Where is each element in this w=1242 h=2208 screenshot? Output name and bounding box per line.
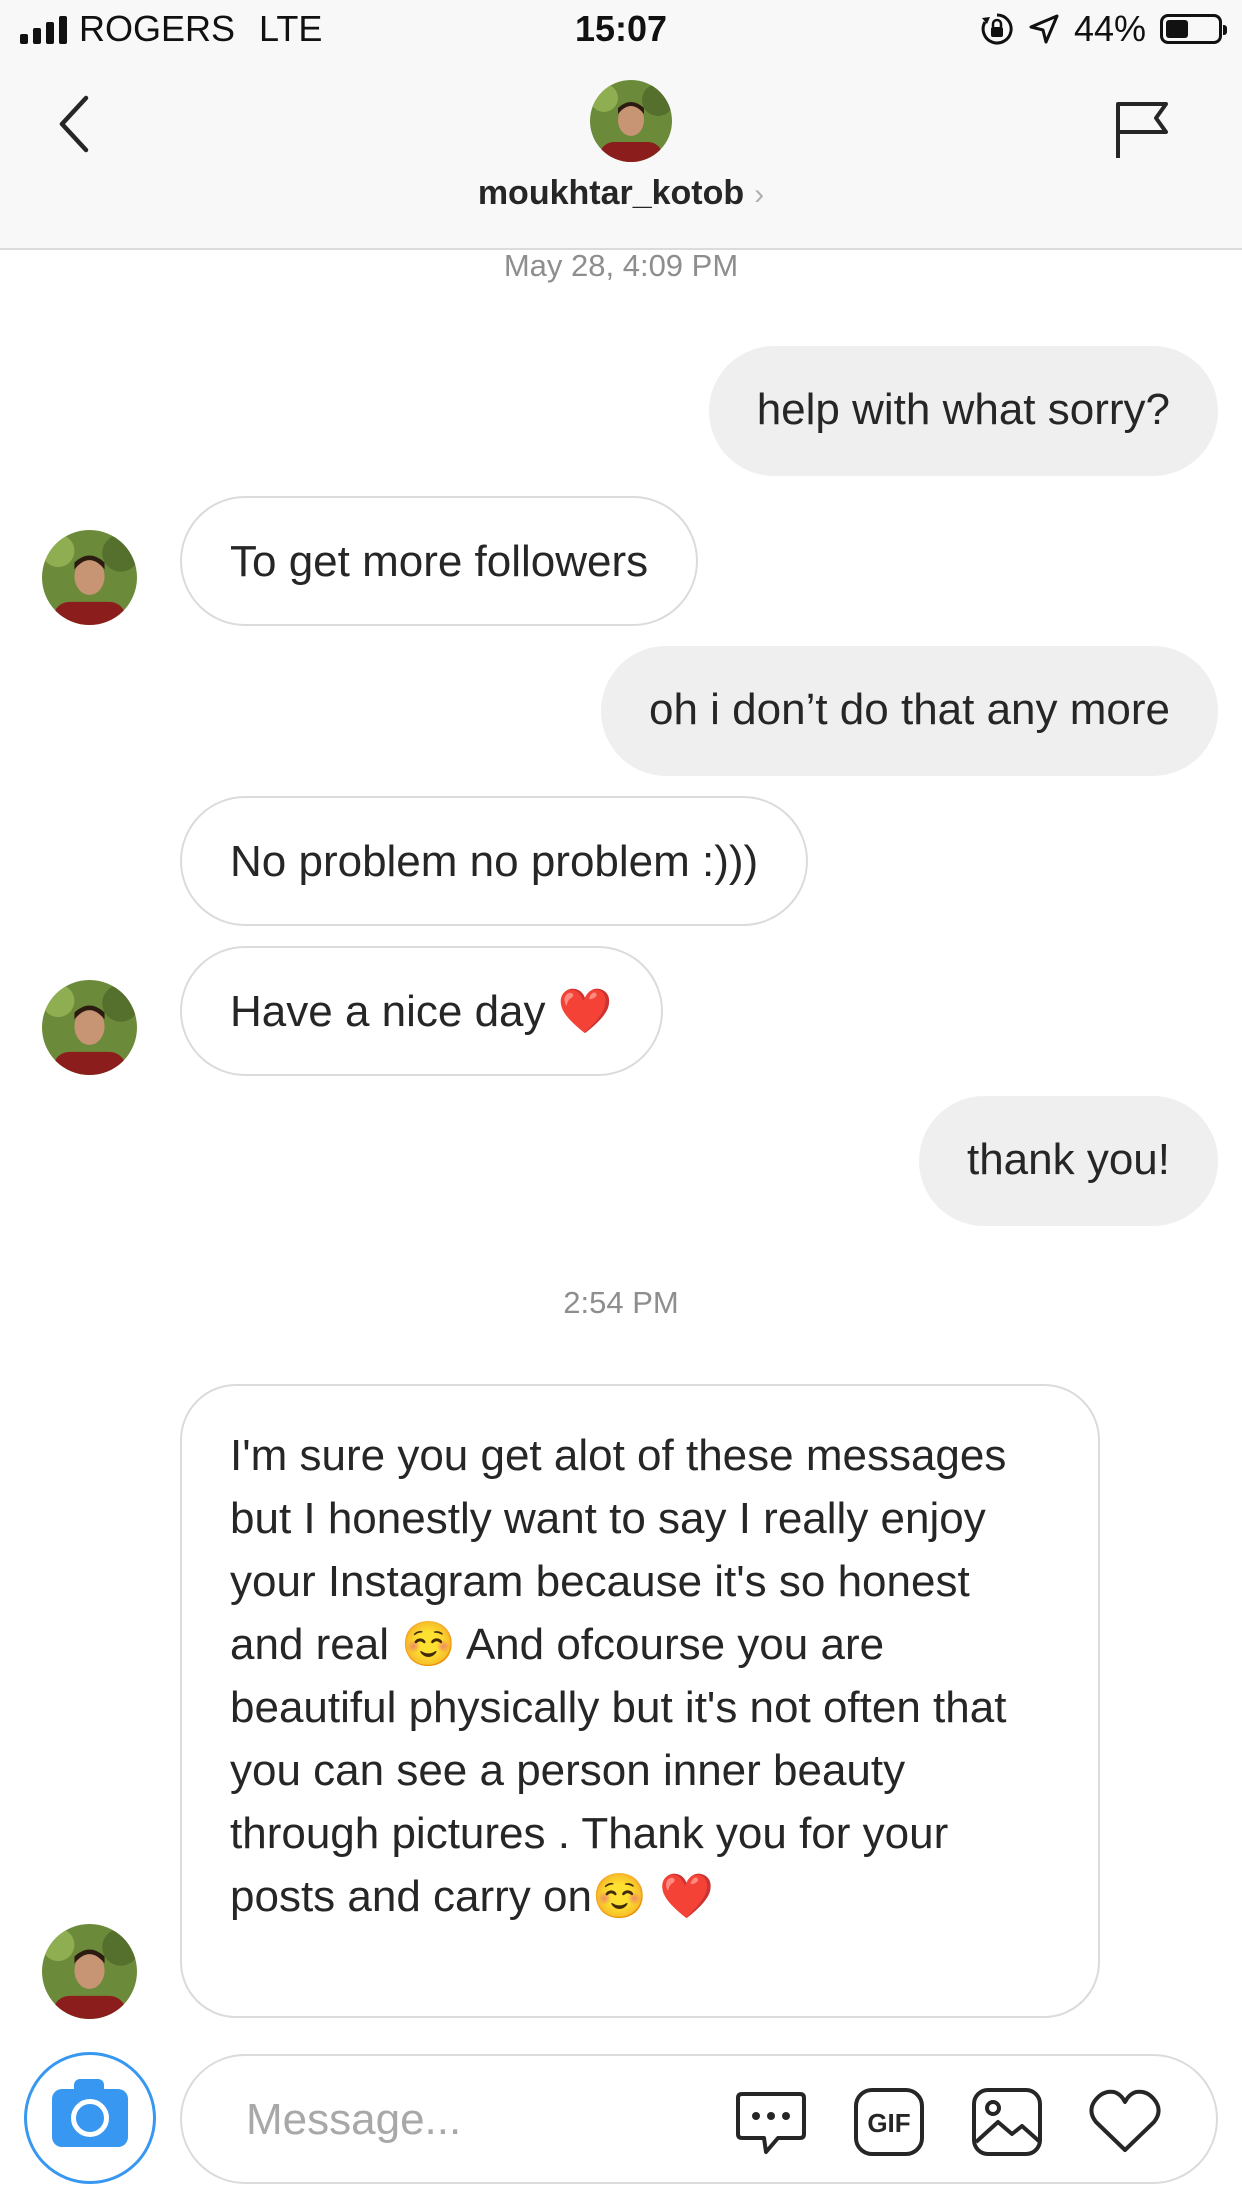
gallery-icon[interactable] xyxy=(968,2082,1046,2160)
svg-text:GIF: GIF xyxy=(867,2108,910,2138)
username-label: moukhtar_kotob xyxy=(477,174,745,212)
flag-icon[interactable] xyxy=(1112,98,1172,160)
message-bubble-sent[interactable]: thank you! xyxy=(918,1096,1218,1226)
message-bubble-received[interactable]: No problem no problem :))) xyxy=(180,796,809,926)
chevron-right-icon: › xyxy=(754,178,765,211)
message-input[interactable] xyxy=(244,2088,688,2152)
timestamp: May 28, 4:09 PM xyxy=(503,248,739,283)
message-bubble-received[interactable]: Have a nice day ❤️ xyxy=(180,946,663,1076)
username-title[interactable]: moukhtar_kotob › xyxy=(0,174,1242,213)
message-field[interactable]: GIF xyxy=(180,2054,1218,2184)
message-bubble-sent[interactable]: help with what sorry? xyxy=(708,346,1218,476)
message-bubble-received[interactable]: I'm sure you get alot of these messages … xyxy=(180,1384,1100,2018)
chat-header: moukhtar_kotob › xyxy=(0,62,1242,250)
message-bubble-received[interactable]: To get more followers xyxy=(180,496,699,626)
battery-fill xyxy=(1166,20,1188,38)
sender-avatar[interactable] xyxy=(42,980,137,1075)
status-right: 44% xyxy=(980,8,1227,50)
message-composer: GIF xyxy=(0,2040,1242,2208)
battery-percent: 44% xyxy=(1073,8,1146,49)
header-avatar[interactable] xyxy=(590,80,672,162)
sender-avatar[interactable] xyxy=(42,1924,137,2019)
chevron-left-icon[interactable] xyxy=(52,92,100,156)
battery-icon xyxy=(1160,14,1227,44)
gif-icon[interactable]: GIF xyxy=(850,2082,928,2160)
message-bubble-sent[interactable]: oh i don’t do that any more xyxy=(601,646,1218,776)
camera-icon xyxy=(52,2079,128,2147)
camera-button[interactable] xyxy=(24,2052,156,2184)
sticker-icon[interactable] xyxy=(732,2082,810,2160)
location-icon xyxy=(1029,14,1059,44)
timestamp: 2:54 PM xyxy=(563,1285,679,1320)
status-bar: ROGERS LTE 15:07 44% xyxy=(0,0,1242,62)
heart-icon[interactable] xyxy=(1086,2082,1164,2160)
sender-avatar[interactable] xyxy=(42,530,137,625)
rotation-lock-icon xyxy=(981,13,1013,45)
